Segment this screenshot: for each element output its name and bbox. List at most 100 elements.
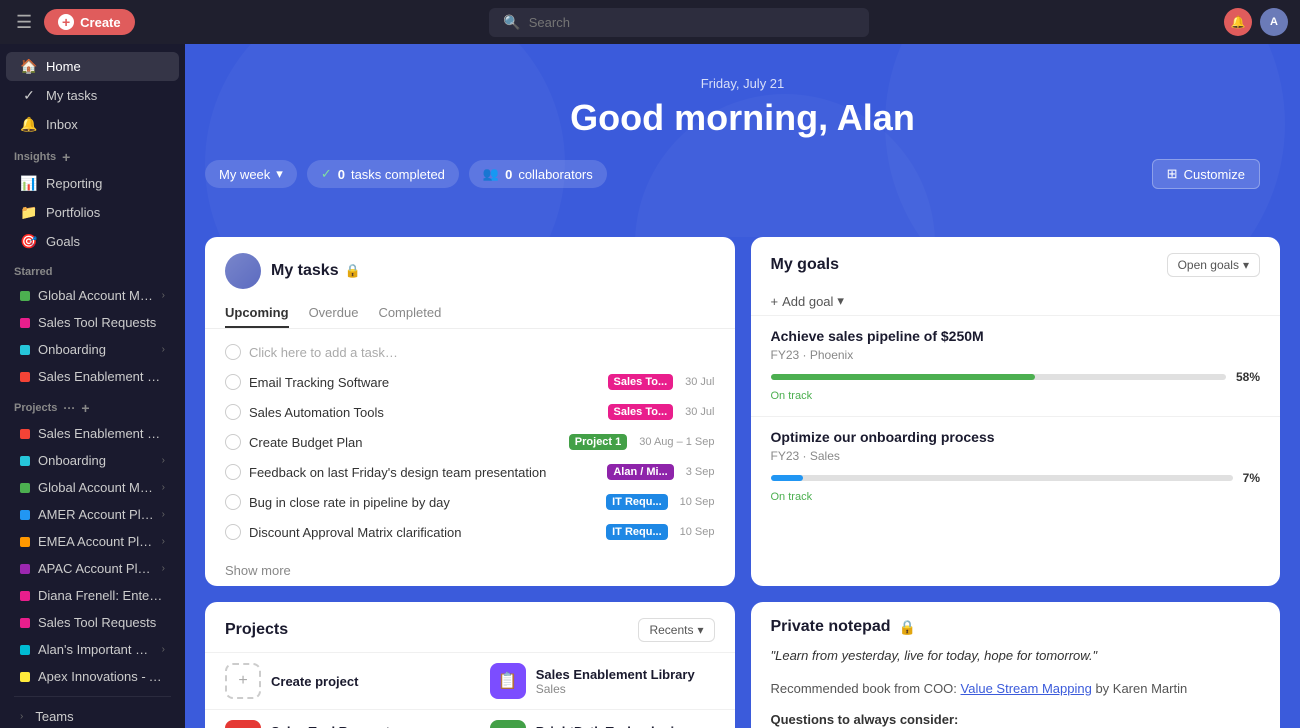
notepad-book-author: by Karen Martin (1095, 681, 1187, 696)
sidebar-item-apex[interactable]: Apex Innovations - Acco... (6, 663, 179, 690)
sidebar-item-onboarding-starred[interactable]: Onboarding › (6, 336, 179, 363)
sidebar-item-sales-enablement-starred[interactable]: Sales Enablement Library (6, 363, 179, 390)
my-tasks-card: My tasks 🔒 Upcoming Overdue Completed Cl… (205, 237, 735, 586)
notepad-body: "Learn from yesterday, live for today, h… (751, 646, 1281, 728)
stat-pills: My week ▾ ✓ 0 tasks completed 👥 0 collab… (205, 160, 607, 188)
notification-icon[interactable]: 🔔 (1224, 8, 1252, 36)
hamburger-button[interactable]: ☰ (12, 8, 36, 37)
folder-dot-pink3 (20, 618, 30, 628)
sidebar-item-sales-tool[interactable]: Sales Tool Requests (6, 309, 179, 336)
task-item-0[interactable]: Email Tracking Software Sales To... 30 J… (205, 367, 735, 397)
chevron-right-icon7: › (162, 563, 165, 574)
sales-tool-icon: 💼 (225, 720, 261, 728)
projects-more-button[interactable]: ··· (63, 401, 75, 415)
task-check-1[interactable] (225, 404, 241, 420)
my-week-pill[interactable]: My week ▾ (205, 160, 297, 188)
progress-pct-1: 7% (1243, 471, 1260, 485)
project-item-brightpath[interactable]: 📈 BrightPath Technologies ... 5 tasks du… (470, 709, 735, 728)
sidebar-item-diana[interactable]: Diana Frenell: Enterprise... (6, 582, 179, 609)
sidebar-item-reporting[interactable]: 📊 Reporting (6, 169, 179, 198)
projects-add-button[interactable]: + (81, 400, 89, 416)
create-button[interactable]: + Create (44, 9, 134, 35)
open-goals-button[interactable]: Open goals ▾ (1167, 253, 1260, 277)
collaborators-pill[interactable]: 👥 0 collaborators (469, 160, 607, 188)
sidebar-reporting-label: Reporting (46, 176, 165, 191)
avatar[interactable]: A (1260, 8, 1288, 36)
tasks-count: 0 (338, 167, 345, 182)
sidebar-emea-label: EMEA Account Plans (38, 534, 154, 549)
sidebar-item-onboarding-proj[interactable]: Onboarding › (6, 447, 179, 474)
task-label-2: Create Budget Plan (249, 435, 561, 450)
sidebar-item-my-tasks[interactable]: ✓ My tasks (6, 81, 179, 110)
project-item-create[interactable]: + Create project (205, 652, 470, 709)
chevron-right-icon5: › (162, 509, 165, 520)
sidebar-onboarding2-label: Onboarding (38, 453, 154, 468)
task-check-2[interactable] (225, 434, 241, 450)
sidebar-apex-label: Apex Innovations - Acco... (38, 669, 165, 684)
sidebar-sales-tool-label: Sales Tool Requests (38, 315, 165, 330)
task-check-5[interactable] (225, 524, 241, 540)
task-label-0: Email Tracking Software (249, 375, 600, 390)
sidebar-item-apac[interactable]: APAC Account Plans › (6, 555, 179, 582)
add-goal-button[interactable]: + Add goal ▾ (751, 287, 1281, 315)
task-check-0[interactable] (225, 374, 241, 390)
sidebar-item-inbox[interactable]: 🔔 Inbox (6, 110, 179, 139)
task-label-3: Feedback on last Friday's design team pr… (249, 465, 599, 480)
tab-overdue[interactable]: Overdue (309, 299, 359, 328)
task-check-3[interactable] (225, 464, 241, 480)
search-container[interactable]: 🔍 (489, 8, 869, 37)
portfolios-icon: 📁 (20, 204, 38, 221)
folder-dot-pink (20, 318, 30, 328)
project-item-sales-enablement[interactable]: 📋 Sales Enablement Library Sales (470, 652, 735, 709)
task-item-5[interactable]: Discount Approval Matrix clarification I… (205, 517, 735, 547)
task-item-2[interactable]: Create Budget Plan Project 1 30 Aug – 1 … (205, 427, 735, 457)
task-item-3[interactable]: Feedback on last Friday's design team pr… (205, 457, 735, 487)
sidebar-item-amer[interactable]: AMER Account Plans › (6, 501, 179, 528)
sidebar-item-home[interactable]: 🏠 Home (6, 52, 179, 81)
sidebar-item-global-account[interactable]: Global Account Man... › (6, 282, 179, 309)
sidebar-item-sales-enablement-lib[interactable]: Sales Enablement Library (6, 420, 179, 447)
tasks-completed-pill[interactable]: ✓ 0 tasks completed (307, 160, 459, 188)
task-label-1: Sales Automation Tools (249, 405, 600, 420)
notepad-book-link[interactable]: Value Stream Mapping (961, 681, 1092, 696)
show-more-button[interactable]: Show more (205, 555, 735, 586)
sidebar: 🏠 Home ✓ My tasks 🔔 Inbox Insights + 📊 R… (0, 44, 185, 728)
sidebar-item-emea[interactable]: EMEA Account Plans › (6, 528, 179, 555)
chevron-down-icon3: ▾ (837, 293, 844, 309)
recents-button[interactable]: Recents ▾ (638, 618, 714, 642)
folder-dot-yellow (20, 672, 30, 682)
sidebar-item-alans-work[interactable]: Alan's Important Work › (6, 636, 179, 663)
tab-upcoming[interactable]: Upcoming (225, 299, 289, 328)
notepad-questions-label: Questions to always consider: (771, 712, 959, 727)
customize-button[interactable]: ⊞ Customize (1152, 159, 1260, 189)
sidebar-item-goals[interactable]: 🎯 Goals (6, 227, 179, 256)
people-icon: 👥 (483, 166, 499, 182)
task-date-1: 30 Jul (685, 406, 714, 418)
hero-section: Friday, July 21 Good morning, Alan My we… (185, 44, 1300, 237)
task-label-4: Bug in close rate in pipeline by day (249, 495, 598, 510)
topbar-left: ☰ + Create (12, 8, 135, 37)
add-task-item[interactable]: Click here to add a task… (205, 337, 735, 367)
folder-dot-red (20, 372, 30, 382)
search-input[interactable] (529, 15, 856, 30)
sidebar-item-portfolios[interactable]: 📁 Portfolios (6, 198, 179, 227)
task-check-4[interactable] (225, 494, 241, 510)
task-item-1[interactable]: Sales Automation Tools Sales To... 30 Ju… (205, 397, 735, 427)
sidebar-item-teams[interactable]: › Teams (6, 703, 179, 728)
sidebar-item-global-account-proj[interactable]: Global Account Man... › (6, 474, 179, 501)
tasks-tab-row: Upcoming Overdue Completed (205, 299, 735, 329)
tasks-icon: ✓ (20, 87, 38, 104)
project-item-sales-tool[interactable]: 💼 Sales Tool Requests 2 tasks due soon (205, 709, 470, 728)
folder-dot-green2 (20, 483, 30, 493)
task-tag-2: Project 1 (569, 434, 627, 450)
task-item-4[interactable]: Bug in close rate in pipeline by day IT … (205, 487, 735, 517)
insights-label: Insights (14, 151, 56, 163)
tab-completed[interactable]: Completed (378, 299, 441, 328)
goal-meta-1: FY23 · Sales (771, 449, 1261, 463)
sidebar-item-sales-tool-proj[interactable]: Sales Tool Requests (6, 609, 179, 636)
home-icon: 🏠 (20, 58, 38, 75)
folder-dot-red2 (20, 429, 30, 439)
insights-add-button[interactable]: + (62, 149, 70, 165)
sidebar-apac-label: APAC Account Plans (38, 561, 154, 576)
project-name-create: Create project (271, 674, 358, 689)
